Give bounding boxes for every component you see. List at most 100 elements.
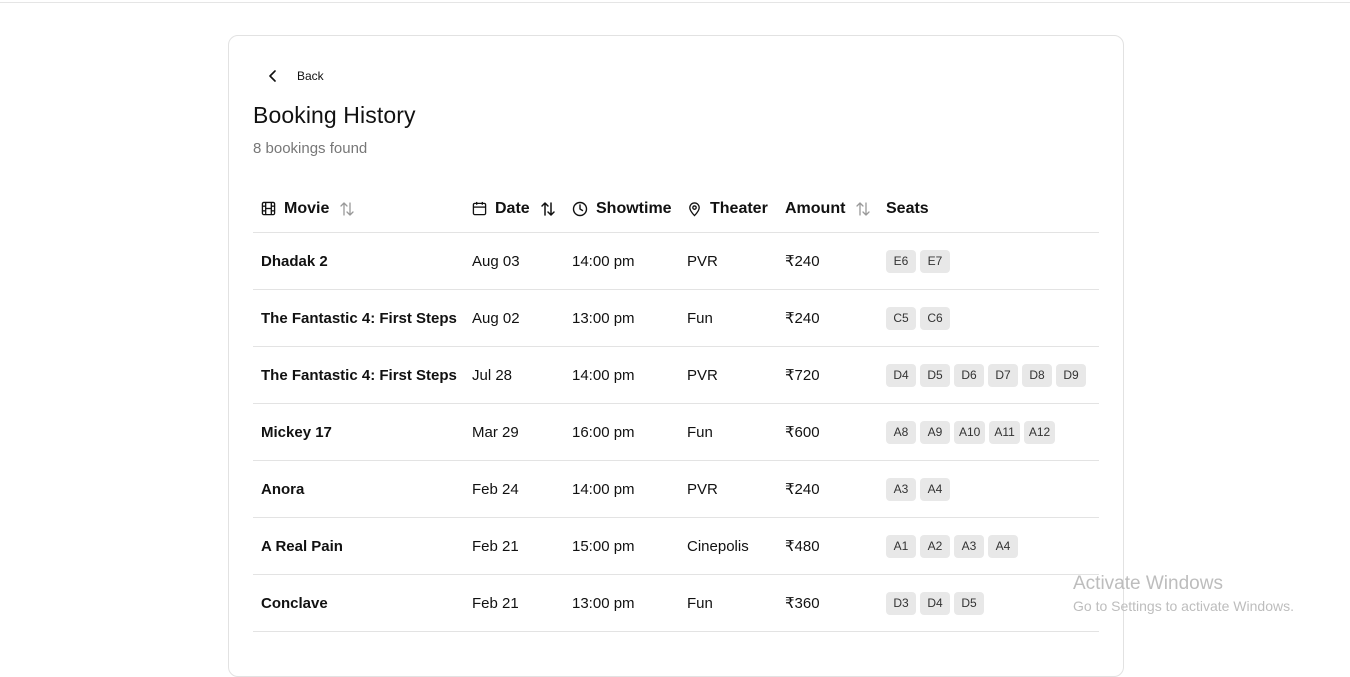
sort-icon[interactable] <box>855 201 871 217</box>
table-row[interactable]: Dhadak 2 Aug 03 14:00 pm PVR ₹240 E6 E7 <box>253 233 1099 290</box>
movie-title: The Fantastic 4: First Steps <box>261 309 457 327</box>
seat-badge: A3 <box>886 477 916 501</box>
booking-date: Feb 24 <box>472 480 519 498</box>
table-row[interactable]: Mickey 17 Mar 29 16:00 pm Fun ₹600 A8 A9 A10 A11… <box>253 404 1099 461</box>
watermark-subtitle: Go to Settings to activate Windows. <box>1073 598 1294 614</box>
booking-date: Mar 29 <box>472 423 519 441</box>
table-header: Movie Date Showtime Theater Amount Seats <box>253 185 1099 233</box>
table-row[interactable]: The Fantastic 4: First Steps Jul 28 14:00 … <box>253 347 1099 404</box>
seat-list: A3 A4 <box>886 461 950 517</box>
theater-name: Fun <box>687 309 713 327</box>
windows-activation-watermark: Activate Windows Go to Settings to activ… <box>1073 573 1294 614</box>
seat-badge: A11 <box>989 420 1020 444</box>
seat-list: E6 E7 <box>886 233 950 289</box>
showtime: 15:00 pm <box>572 537 635 555</box>
column-movie: Movie <box>261 185 355 232</box>
table-body: Dhadak 2 Aug 03 14:00 pm PVR ₹240 E6 E7 The Fan… <box>253 233 1099 632</box>
bookings-count: 8 bookings found <box>253 140 368 157</box>
amount: ₹360 <box>785 595 820 612</box>
seat-badge: D5 <box>954 591 984 615</box>
column-seats: Seats <box>886 185 929 232</box>
booking-date: Feb 21 <box>472 594 519 612</box>
seat-badge: A4 <box>920 477 950 501</box>
booking-date: Feb 21 <box>472 537 519 555</box>
column-amount: Amount <box>785 185 871 232</box>
back-label: Back <box>297 69 324 83</box>
column-date: Date <box>472 185 556 232</box>
seat-badge: C5 <box>886 306 916 330</box>
top-divider <box>0 2 1350 3</box>
seat-badge: A1 <box>886 534 916 558</box>
seat-badge: D4 <box>920 591 950 615</box>
seat-badge: D8 <box>1022 363 1052 387</box>
seat-badge: E7 <box>920 249 950 273</box>
seat-badge: A2 <box>920 534 950 558</box>
table-row[interactable]: A Real Pain Feb 21 15:00 pm Cinepolis ₹480 A1… <box>253 518 1099 575</box>
showtime: 16:00 pm <box>572 423 635 441</box>
column-theater: Theater <box>687 185 768 232</box>
seat-badge: A4 <box>988 534 1018 558</box>
showtime: 14:00 pm <box>572 252 635 270</box>
watermark-title: Activate Windows <box>1073 573 1223 594</box>
seat-badge: D6 <box>954 363 984 387</box>
theater-name: PVR <box>687 252 718 270</box>
booking-date: Jul 28 <box>472 366 513 384</box>
movie-title: Dhadak 2 <box>261 252 328 270</box>
booking-date: Aug 03 <box>472 252 520 270</box>
showtime: 13:00 pm <box>572 594 635 612</box>
page-title: Booking History <box>253 102 416 128</box>
theater-name: PVR <box>687 366 718 384</box>
showtime: 14:00 pm <box>572 366 635 384</box>
movie-title: A Real Pain <box>261 537 343 555</box>
table-row[interactable]: Conclave Feb 21 13:00 pm Fun ₹360 D3 D4 D5 <box>253 575 1099 632</box>
seat-badge: A3 <box>954 534 984 558</box>
sort-icon[interactable] <box>540 201 556 217</box>
map-pin-icon <box>687 201 702 217</box>
calendar-icon <box>472 201 487 216</box>
seat-badge: D3 <box>886 591 916 615</box>
amount: ₹240 <box>785 481 820 498</box>
movie-title: Mickey 17 <box>261 423 332 441</box>
column-date-label: Date <box>495 199 530 217</box>
sort-icon[interactable] <box>339 201 355 217</box>
seat-list: C5 C6 <box>886 290 950 346</box>
table-row[interactable]: The Fantastic 4: First Steps Aug 02 13:00 … <box>253 290 1099 347</box>
film-icon <box>261 201 276 216</box>
seat-badge: D4 <box>886 363 916 387</box>
theater-name: Fun <box>687 423 713 441</box>
column-amount-label: Amount <box>785 199 846 217</box>
seat-badge: A8 <box>886 420 916 444</box>
seat-badge: A10 <box>954 420 986 444</box>
chevron-left-icon <box>266 69 280 83</box>
amount: ₹720 <box>785 367 820 384</box>
seat-badge: A12 <box>1023 420 1056 444</box>
column-seats-label: Seats <box>886 199 929 217</box>
seat-badge: E6 <box>886 249 916 273</box>
booking-date: Aug 02 <box>472 309 520 327</box>
showtime: 14:00 pm <box>572 480 635 498</box>
theater-name: Cinepolis <box>687 537 749 555</box>
seat-badge: A9 <box>920 420 950 444</box>
column-showtime: Showtime <box>572 185 672 232</box>
seat-list: D3 D4 D5 <box>886 575 984 631</box>
theater-name: Fun <box>687 594 713 612</box>
seat-badge: D7 <box>988 363 1018 387</box>
bookings-table: Movie Date Showtime Theater Amount Seats… <box>253 185 1099 632</box>
theater-name: PVR <box>687 480 718 498</box>
amount: ₹240 <box>785 310 820 327</box>
column-showtime-label: Showtime <box>596 199 672 217</box>
clock-icon <box>572 201 588 217</box>
seat-badge: D9 <box>1056 363 1086 387</box>
showtime: 13:00 pm <box>572 309 635 327</box>
table-row[interactable]: Anora Feb 24 14:00 pm PVR ₹240 A3 A4 <box>253 461 1099 518</box>
movie-title: Conclave <box>261 594 328 612</box>
seat-list: A1 A2 A3 A4 <box>886 518 1018 574</box>
column-theater-label: Theater <box>710 199 768 217</box>
back-button[interactable]: Back <box>266 64 324 88</box>
movie-title: The Fantastic 4: First Steps <box>261 366 457 384</box>
seat-list: A8 A9 A10 A11 A12 <box>886 404 1056 460</box>
movie-title: Anora <box>261 480 305 498</box>
seat-badge: C6 <box>920 306 950 330</box>
seat-badge: D5 <box>920 363 950 387</box>
amount: ₹240 <box>785 253 820 270</box>
